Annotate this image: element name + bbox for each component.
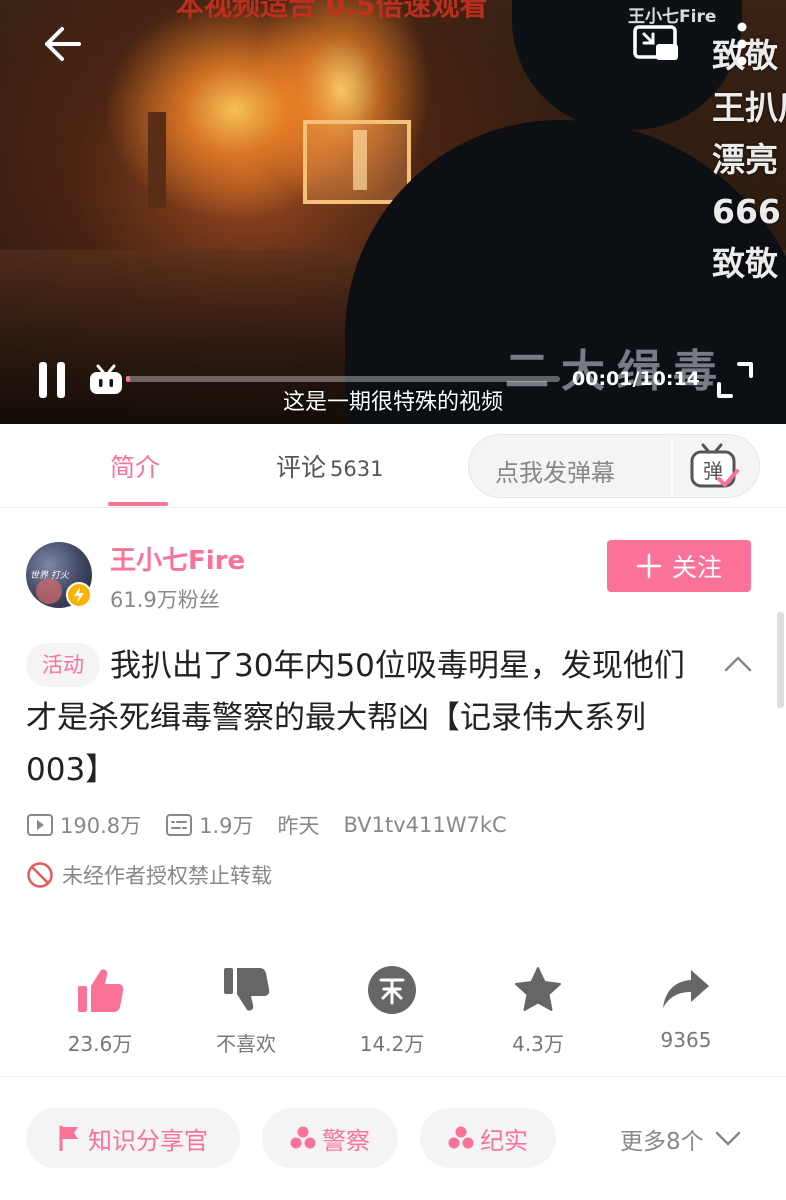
view-count: 190.8万 <box>26 810 141 840</box>
video-player[interactable]: 二大缉毒 本视频适合 0.5倍速观看 王小七Fire 致敬 王扒后 漂亮 666… <box>0 0 786 424</box>
more-tags-button[interactable]: 更多8个 <box>620 1122 742 1156</box>
favorite-button[interactable]: 4.3万 <box>478 964 598 1057</box>
flag-icon <box>59 1125 78 1151</box>
prohibited-icon <box>27 862 53 888</box>
dislike-button[interactable]: 不喜欢 <box>186 964 306 1057</box>
chevron-down-icon <box>715 1131 740 1146</box>
active-tab-indicator <box>108 502 168 506</box>
bvid[interactable]: BV1tv411W7kC <box>344 813 507 837</box>
picture-in-picture-button[interactable] <box>630 22 682 66</box>
star-icon <box>515 967 561 1011</box>
back-button[interactable] <box>36 22 88 66</box>
video-overlay-text: 本视频适合 0.5倍速观看 <box>176 0 488 22</box>
danmaku-comment: 漂亮 <box>712 140 778 179</box>
danmaku-count: 1.9万 <box>165 810 254 840</box>
cluster-icon <box>448 1126 474 1149</box>
dislike-label: 不喜欢 <box>216 1032 276 1056</box>
thumbs-down-icon <box>224 968 270 1011</box>
more-options-button[interactable] <box>724 18 760 70</box>
plus-icon <box>636 553 662 579</box>
collapse-description-button[interactable] <box>722 648 754 680</box>
play-count-icon <box>27 814 53 836</box>
back-arrow-icon <box>45 27 81 61</box>
vertical-dots-icon <box>737 22 747 66</box>
action-bar: 23.6万 不喜欢 14.2万 4.3万 9365 <box>0 964 786 1064</box>
avatar-text: 世界 打火 <box>30 571 69 581</box>
video-title: 活动 我扒出了30年内50位吸毒明星，发现他们才是杀死缉毒警察的最大帮凶【记录伟大… <box>26 640 706 796</box>
cluster-icon <box>290 1126 316 1149</box>
coin-icon <box>368 966 416 1014</box>
tag-item[interactable]: 纪实 <box>420 1108 556 1168</box>
danmaku-comment: 王扒后 <box>712 88 786 127</box>
danmaku-count-icon <box>166 814 193 836</box>
publish-date: 昨天 <box>277 814 320 838</box>
favorite-count: 4.3万 <box>512 1032 564 1056</box>
danmaku-input[interactable]: 点我发弹幕 弹 <box>468 434 760 498</box>
thumbs-up-icon <box>78 969 124 1012</box>
progress-fill <box>126 376 130 382</box>
like-count: 23.6万 <box>67 1032 133 1056</box>
danmaku-send-icon[interactable]: 弹 <box>687 441 741 493</box>
tab-intro[interactable]: 简介 <box>110 448 160 484</box>
scrollbar[interactable] <box>777 612 784 708</box>
copyright-notice: 未经作者授权禁止转载 <box>26 860 272 890</box>
tab-comments[interactable]: 评论 5631 <box>276 448 383 484</box>
share-button[interactable]: 9365 <box>626 964 746 1052</box>
share-arrow-icon <box>663 970 709 1008</box>
fans-count: 61.9万粉丝 <box>110 588 220 612</box>
tag-item[interactable]: 警察 <box>262 1108 398 1168</box>
coin-button[interactable]: 14.2万 <box>332 964 452 1057</box>
tab-comments-label: 评论 <box>276 453 327 482</box>
video-stats: 190.8万 1.9万 昨天 BV1tv411W7kC <box>26 810 531 840</box>
video-subtitle: 这是一期很特殊的视频 <box>282 390 503 415</box>
share-count: 9365 <box>660 1028 712 1052</box>
danmaku-comment: 666 <box>712 192 781 231</box>
chevron-up-icon <box>724 656 752 672</box>
video-title-text: 我扒出了30年内50位吸毒明星，发现他们才是杀死缉毒警察的最大帮凶【记录伟大系列… <box>26 648 685 788</box>
like-button[interactable]: 23.6万 <box>40 964 160 1057</box>
follow-button[interactable]: 关注 <box>607 540 751 592</box>
danmaku-comment: 致敬 <box>712 244 778 283</box>
progress-bar[interactable] <box>126 376 560 382</box>
danmaku-input-placeholder: 点我发弹幕 <box>495 459 615 487</box>
tag-item[interactable]: 知识分享官 <box>26 1108 240 1168</box>
pip-icon <box>633 25 678 60</box>
activity-tag[interactable]: 活动 <box>26 643 100 687</box>
comment-count: 5631 <box>330 457 384 481</box>
uploader-name[interactable]: 王小七Fire <box>110 540 245 577</box>
coin-count: 14.2万 <box>359 1032 425 1056</box>
tab-bar: 简介 评论 5631 点我发弹幕 弹 <box>0 424 786 508</box>
follow-label: 关注 <box>671 553 722 582</box>
verified-badge-icon <box>66 582 92 608</box>
